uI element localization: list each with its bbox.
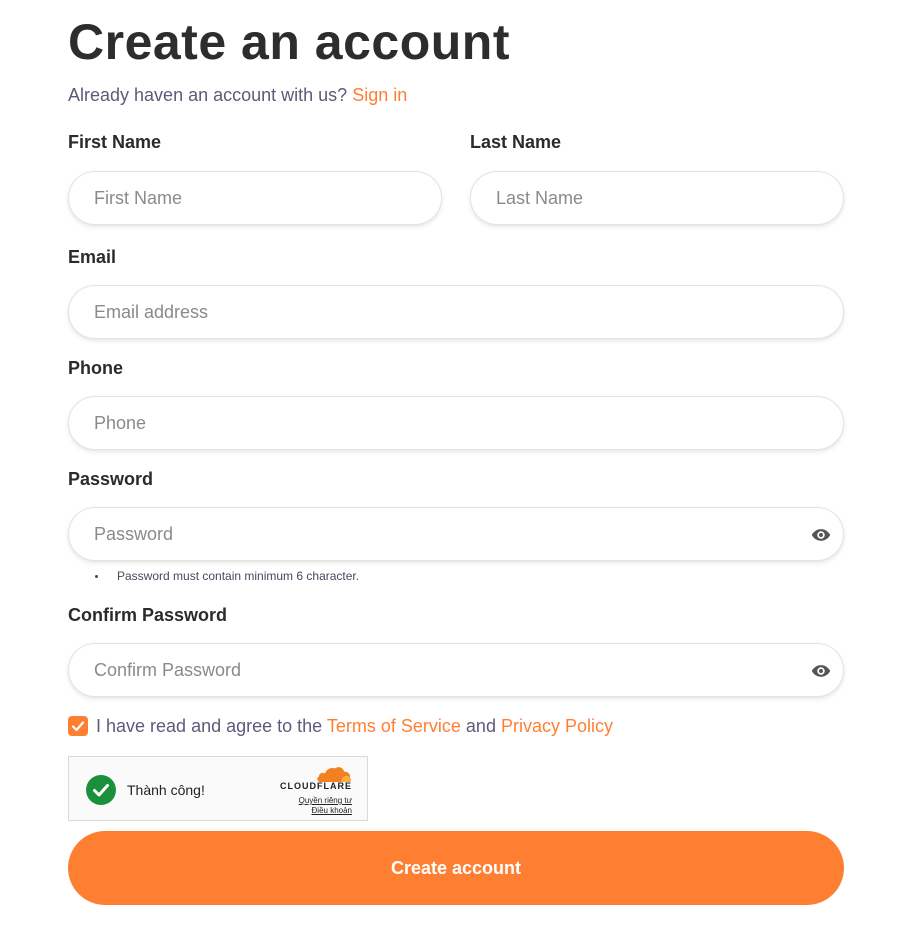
eye-icon[interactable]: [811, 525, 831, 545]
signin-link[interactable]: Sign in: [352, 85, 407, 105]
captcha-widget: Thành công! CLOUDFLARE Quyền riêng tư Đi…: [68, 756, 368, 821]
agreement-conjunction: and: [465, 716, 496, 736]
confirm-password-field[interactable]: [68, 643, 844, 697]
agreement-prefix: I have read and agree to the: [96, 716, 323, 736]
check-circle-icon: [86, 775, 116, 805]
first-name-label: First Name: [68, 132, 162, 152]
privacy-policy-link[interactable]: Privacy Policy: [501, 716, 613, 736]
cloudflare-brand: CLOUDFLARE: [280, 781, 352, 791]
captcha-terms-link[interactable]: Điều khoản: [312, 806, 352, 815]
last-name-input[interactable]: [471, 172, 843, 224]
checkmark-icon: [71, 721, 85, 732]
agreement-text: I have read and agree to the Terms of Se…: [96, 715, 613, 737]
confirm-password-input[interactable]: [69, 644, 843, 696]
create-account-button[interactable]: Create account: [68, 831, 844, 905]
password-hint: Password must contain minimum 6 characte…: [117, 569, 360, 583]
terms-of-service-link[interactable]: Terms of Service: [327, 716, 461, 736]
hint-bullet: [95, 575, 98, 578]
eye-icon[interactable]: [811, 661, 831, 681]
captcha-status: Thành công!: [127, 782, 205, 798]
password-input[interactable]: [69, 508, 843, 560]
password-field[interactable]: [68, 507, 844, 561]
terms-checkbox[interactable]: [68, 716, 88, 736]
last-name-field[interactable]: [470, 171, 844, 225]
signin-prompt: Already haven an account with us? Sign i…: [68, 84, 407, 106]
first-name-field[interactable]: [68, 171, 442, 225]
phone-label: Phone: [68, 358, 124, 378]
page-title: Create an account: [68, 14, 510, 70]
email-label: Email: [68, 247, 117, 267]
email-field[interactable]: [68, 285, 844, 339]
confirm-password-label: Confirm Password: [68, 605, 228, 625]
captcha-privacy-link[interactable]: Quyền riêng tư: [299, 796, 352, 805]
phone-input[interactable]: [69, 397, 843, 449]
password-label: Password: [68, 469, 154, 489]
last-name-label: Last Name: [470, 132, 562, 152]
signin-prompt-text: Already haven an account with us?: [68, 85, 348, 105]
first-name-input[interactable]: [69, 172, 441, 224]
terms-agreement: I have read and agree to the Terms of Se…: [68, 714, 613, 738]
email-input[interactable]: [69, 286, 843, 338]
phone-field[interactable]: [68, 396, 844, 450]
